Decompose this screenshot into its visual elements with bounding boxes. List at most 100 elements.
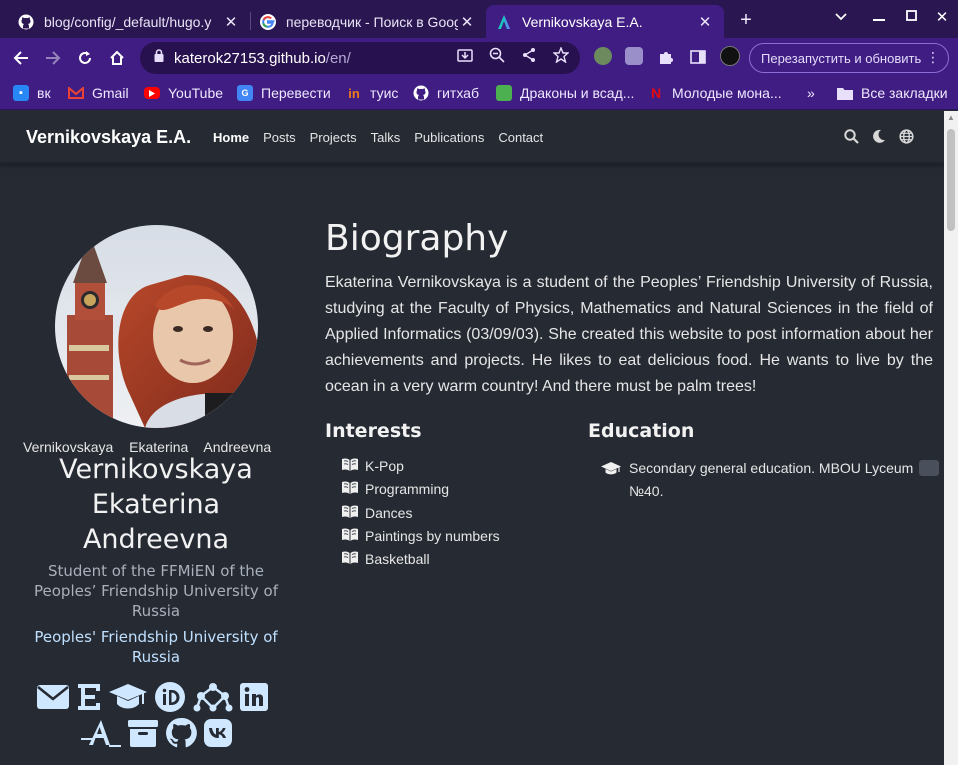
zoom-icon[interactable] xyxy=(488,46,506,64)
bookmark-label: YouTube xyxy=(168,85,224,101)
tab-search-icon[interactable] xyxy=(831,8,851,25)
browser-tab-strip: blog/config/_default/hugo.y ✕ переводчик… xyxy=(0,0,958,38)
url-path: /en/ xyxy=(325,49,351,67)
address-bar[interactable]: katerok27153.github.io/en/ xyxy=(140,42,580,74)
extension-planet-icon[interactable] xyxy=(594,47,612,65)
book-icon xyxy=(342,481,358,497)
bookmark-label: туис xyxy=(370,85,399,101)
close-tab-icon[interactable]: ✕ xyxy=(222,13,240,31)
graduation-cap-icon[interactable] xyxy=(107,680,149,714)
nav-publications[interactable]: Publications xyxy=(414,130,484,145)
nav-contact[interactable]: Contact xyxy=(498,130,543,145)
install-app-icon[interactable] xyxy=(456,46,474,64)
nav-home[interactable]: Home xyxy=(213,130,249,145)
vk-icon[interactable] xyxy=(201,716,235,750)
all-bookmarks-folder[interactable]: Все закладки xyxy=(837,85,948,101)
bookmark-label: Молодые мона... xyxy=(672,85,782,101)
page-viewport: Vernikovskaya E.A. Home Posts Projects T… xyxy=(0,111,944,765)
biography-title: Biography xyxy=(325,218,509,259)
netflix-icon: N xyxy=(650,85,662,101)
reload-button[interactable] xyxy=(73,46,97,70)
site-icon xyxy=(496,14,512,30)
site-info-icon[interactable] xyxy=(154,49,166,67)
avatar xyxy=(55,225,258,428)
email-icon[interactable] xyxy=(36,680,70,714)
bookmark-label: вк xyxy=(37,85,51,101)
e-library-icon[interactable] xyxy=(72,680,106,714)
home-button[interactable] xyxy=(105,46,129,70)
browser-tab-google[interactable]: переводчик - Поиск в Goog ✕ xyxy=(250,5,486,38)
github-icon xyxy=(413,85,429,101)
bookmark-gmail[interactable]: Gmail xyxy=(68,85,129,101)
bookmark-netflix[interactable]: N Молодые мона... xyxy=(648,85,782,101)
book-icon xyxy=(342,505,358,521)
relaunch-update-button[interactable]: Перезапустить и обновить ⋮ xyxy=(749,43,949,73)
url-host: katerok27153.github.io xyxy=(174,49,326,67)
extension-mail-icon[interactable] xyxy=(625,47,643,65)
bookmark-github[interactable]: гитхаб xyxy=(413,85,479,101)
scroll-up-icon[interactable]: ▲ xyxy=(947,113,955,122)
gmail-icon xyxy=(68,85,84,101)
more-menu-icon[interactable]: ⋮ xyxy=(926,49,940,66)
close-tab-icon[interactable]: ✕ xyxy=(458,13,476,31)
biography-text: Ekaterina Vernikovskaya is a student of … xyxy=(325,274,933,395)
interest-item: Basketball xyxy=(342,551,430,567)
orcid-icon[interactable] xyxy=(153,680,187,714)
site-brand[interactable]: Vernikovskaya E.A. xyxy=(26,127,191,148)
dark-mode-icon[interactable] xyxy=(871,128,887,144)
graduation-cap-icon xyxy=(601,460,621,483)
bookmark-label: Gmail xyxy=(92,85,129,101)
interest-item: K-Pop xyxy=(342,458,404,474)
github-icon[interactable] xyxy=(164,716,198,750)
book-icon xyxy=(342,551,358,567)
more-bookmarks-icon[interactable]: » xyxy=(807,85,815,101)
bookmark-dragons[interactable]: Драконы и всад... xyxy=(496,85,634,101)
bookmark-label: Драконы и всад... xyxy=(520,85,635,101)
bookmark-vk[interactable]: ▪ вк xyxy=(13,85,51,101)
profile-name: Vernikovskaya Ekaterina Andreevna xyxy=(59,454,253,555)
education-label: Secondary general education. MBOU Lyceum… xyxy=(629,460,914,499)
researchgate-icon[interactable] xyxy=(192,680,234,714)
youtube-icon xyxy=(144,87,160,99)
tuis-icon: in xyxy=(348,85,360,101)
archive-icon[interactable] xyxy=(126,716,160,750)
profile-organization[interactable]: Peoples' Friendship University of Russia xyxy=(20,627,292,667)
interest-label: Basketball xyxy=(365,551,430,567)
page-scrollbar[interactable]: ▲ xyxy=(944,111,958,765)
new-tab-button[interactable]: + xyxy=(736,9,756,32)
site-navbar: Vernikovskaya E.A. Home Posts Projects T… xyxy=(0,111,944,164)
bookmark-label: гитхаб xyxy=(437,85,479,101)
tab-title: переводчик - Поиск в Goog xyxy=(286,13,458,30)
main-menu: Home Posts Projects Talks Publications C… xyxy=(213,130,557,145)
bookmark-translate[interactable]: G Перевести xyxy=(237,85,331,101)
profile-avatar[interactable] xyxy=(720,46,740,66)
translate-icon: G xyxy=(237,85,253,101)
academia-icon[interactable] xyxy=(80,716,122,750)
nav-talks[interactable]: Talks xyxy=(371,130,401,145)
browser-tab-github[interactable]: blog/config/_default/hugo.y ✕ xyxy=(8,5,250,38)
back-button[interactable] xyxy=(9,46,33,70)
vk-icon: ▪ xyxy=(13,85,29,101)
minimize-icon[interactable] xyxy=(869,8,889,25)
close-window-icon[interactable]: ✕ xyxy=(932,8,952,26)
book-icon xyxy=(342,528,358,544)
bookmark-tuis[interactable]: in туис xyxy=(346,85,398,101)
bookmark-label: Все закладки xyxy=(861,85,948,101)
language-globe-icon[interactable] xyxy=(898,128,914,144)
browser-tab-active[interactable]: Vernikovskaya E.A. ✕ xyxy=(486,5,724,38)
bookmark-youtube[interactable]: YouTube xyxy=(144,85,223,101)
maximize-icon[interactable] xyxy=(901,8,921,25)
translate-extension-badge-icon[interactable] xyxy=(919,460,939,476)
scrollbar-thumb[interactable] xyxy=(947,129,955,231)
extensions-puzzle-icon[interactable] xyxy=(657,48,675,66)
share-icon[interactable] xyxy=(520,46,538,64)
nav-posts[interactable]: Posts xyxy=(263,130,296,145)
linkedin-icon[interactable] xyxy=(237,680,271,714)
forward-button[interactable] xyxy=(41,46,65,70)
nav-projects[interactable]: Projects xyxy=(310,130,357,145)
side-panel-icon[interactable] xyxy=(689,48,707,66)
search-icon[interactable] xyxy=(843,128,859,144)
bookmark-star-icon[interactable] xyxy=(552,46,570,64)
interest-item: Dances xyxy=(342,505,412,521)
close-tab-icon[interactable]: ✕ xyxy=(696,13,714,31)
